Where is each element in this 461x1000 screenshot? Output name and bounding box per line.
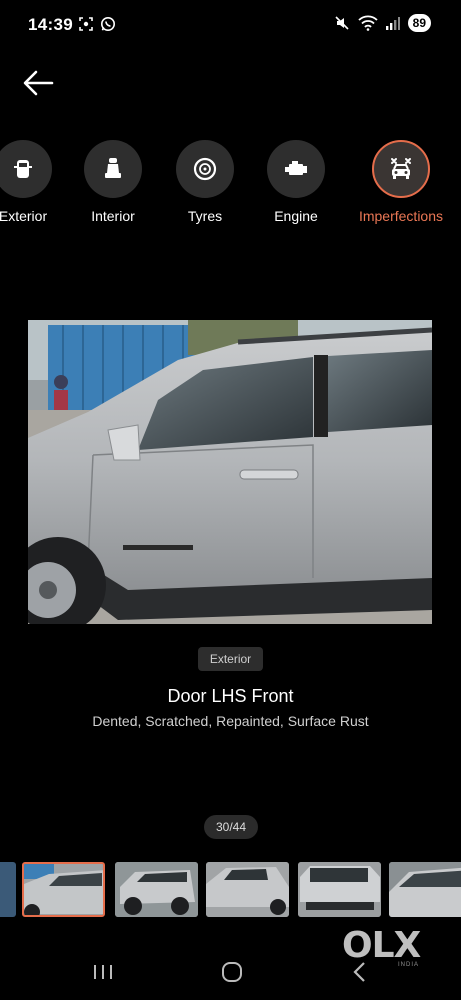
tyre-icon [193,157,217,181]
engine-tab-circle [267,140,325,198]
thumbnail-item[interactable] [389,862,461,917]
tab-engine-label: Engine [274,208,318,224]
back-button[interactable] [20,66,56,100]
thumbnail-image [115,862,198,917]
thumbnail-item[interactable] [206,862,289,917]
tab-tyres[interactable]: Tyres [155,140,255,224]
image-counter: 30/44 [204,815,258,839]
tab-interior[interactable]: Interior [63,140,163,224]
thumbnail-item[interactable] [115,862,198,917]
interior-tab-circle [84,140,142,198]
imperfections-gallery-screen: 14:39 89 Exterior Interior Tyres Engine … [0,0,461,1000]
status-bar: 14:39 89 [0,0,461,50]
image-title: Door LHS Front [167,686,294,706]
thumbnail-image [206,862,289,917]
screenshot-icon [79,17,93,31]
thumbnail-item[interactable] [298,862,381,917]
whatsapp-icon [101,17,115,31]
recent-apps-icon [94,965,112,979]
battery-level: 89 [407,14,431,32]
tab-imperfections[interactable]: Imperfections [351,140,451,224]
image-subtitle: Dented, Scratched, Repainted, Surface Ru… [92,713,369,729]
tab-engine[interactable]: Engine [246,140,346,224]
thumbnail-current[interactable] [22,862,105,917]
tyres-tab-circle [176,140,234,198]
status-right-icons: 89 [334,14,431,32]
tab-imperfections-label: Imperfections [358,208,444,224]
car-photo-illustration [28,320,432,624]
thumbnail-prev[interactable] [0,862,16,917]
wifi-icon [358,15,378,31]
tab-tyres-label: Tyres [187,208,223,224]
back-arrow-icon [23,70,54,96]
recent-apps-button[interactable] [83,958,123,986]
tab-interior-label: Interior [91,208,135,224]
mute-icon [335,16,349,30]
imperfections-tab-circle [372,140,430,198]
thumbnail-image [389,862,461,917]
signal-icon [385,17,400,30]
thumbnail-image [298,862,381,917]
olx-watermark-sub: INDIA [398,962,420,968]
car-seat-icon [105,158,121,178]
category-tabs: Exterior Interior Tyres Engine Imperfect… [0,140,461,240]
image-category-chip: Exterior [198,647,263,671]
car-door-photo[interactable] [28,320,432,624]
thumbnail-image [24,864,103,915]
home-button[interactable] [212,958,252,986]
olx-watermark: OLX [342,925,421,966]
status-time: 14:39 [28,15,73,34]
car-exterior-icon [14,160,32,178]
home-icon [222,962,242,982]
exterior-tab-circle [0,140,52,198]
status-left-icons [78,16,116,32]
car-repair-icon [391,158,411,179]
thumbnail-strip [0,862,461,918]
engine-icon [285,161,307,175]
